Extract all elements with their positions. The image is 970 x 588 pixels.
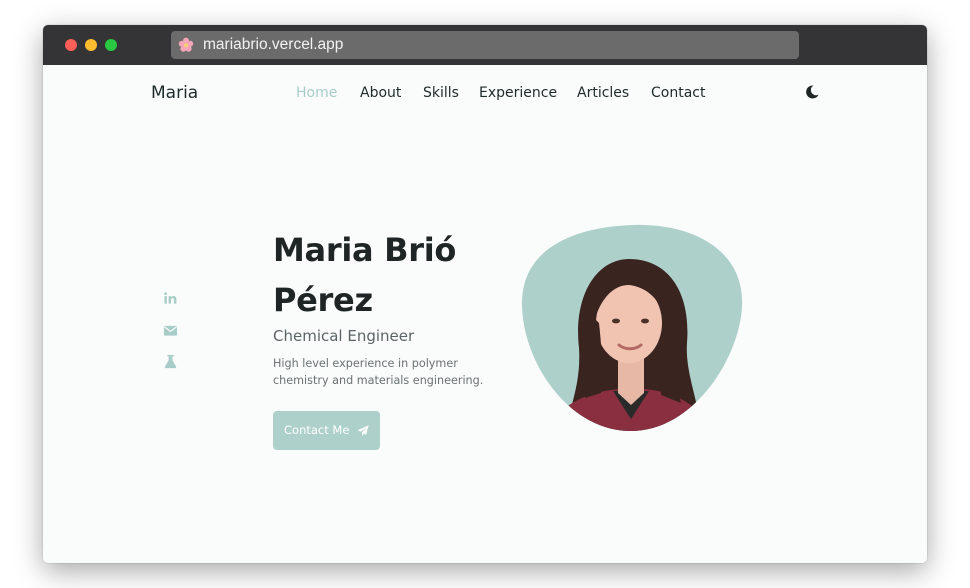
nav-articles[interactable]: Articles: [577, 85, 629, 101]
hero-subtitle: Chemical Engineer: [273, 327, 415, 345]
linkedin-icon[interactable]: [163, 291, 178, 306]
nav-experience[interactable]: Experience: [479, 85, 557, 101]
url-text: mariabrio.vercel.app: [203, 36, 344, 53]
address-bar[interactable]: mariabrio.vercel.app: [171, 31, 799, 59]
site-logo[interactable]: Maria: [151, 83, 198, 103]
profile-photo: [521, 224, 743, 432]
maximize-window-button[interactable]: [105, 39, 117, 51]
page-content: Maria Home About Skills Experience Artic…: [43, 65, 927, 563]
hero-name-line1: Maria Brió: [273, 231, 457, 269]
browser-window: mariabrio.vercel.app Maria Home About Sk…: [43, 25, 927, 563]
hero-description: High level experience in polymer chemist…: [273, 357, 484, 387]
nav-home[interactable]: Home: [296, 85, 337, 101]
close-window-button[interactable]: [65, 39, 77, 51]
nav-skills[interactable]: Skills: [423, 85, 459, 101]
flask-icon[interactable]: [163, 354, 178, 369]
envelope-icon[interactable]: [163, 323, 178, 338]
browser-titlebar: mariabrio.vercel.app: [43, 25, 927, 65]
nav-about[interactable]: About: [360, 85, 401, 101]
minimize-window-button[interactable]: [85, 39, 97, 51]
flower-icon: [178, 37, 194, 52]
nav-contact[interactable]: Contact: [651, 85, 705, 101]
contact-me-label: Contact Me: [284, 423, 350, 437]
moon-icon[interactable]: [804, 84, 820, 100]
contact-me-button[interactable]: Contact Me: [273, 411, 380, 450]
paper-plane-icon: [357, 425, 369, 437]
hero-name-line2: Pérez: [273, 281, 373, 319]
